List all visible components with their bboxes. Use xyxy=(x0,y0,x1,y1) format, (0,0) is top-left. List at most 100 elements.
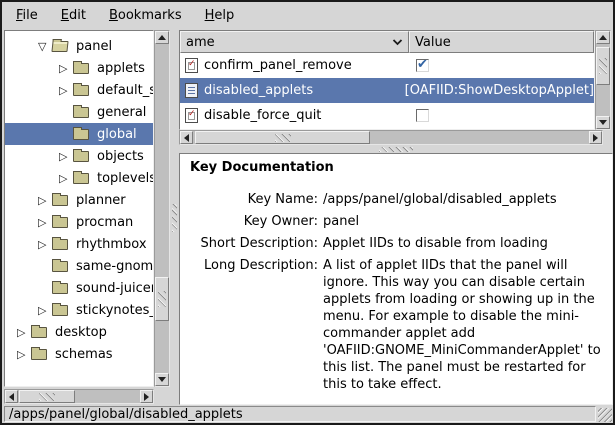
config-tree: ▽ panel ▷ applets ▷ default_se general g… xyxy=(4,30,154,387)
arrow-up-icon xyxy=(599,31,607,40)
arrow-left-icon xyxy=(5,393,14,401)
tree-item-schemas[interactable]: ▷ schemas xyxy=(5,343,153,365)
tree-item-applets[interactable]: ▷ applets xyxy=(5,57,153,79)
folder-icon xyxy=(73,85,89,96)
tree-item-desktop[interactable]: ▷ desktop xyxy=(5,321,153,343)
arrow-down-icon xyxy=(158,377,166,386)
folder-icon xyxy=(73,63,89,74)
key-name-label: disable_force_quit xyxy=(204,108,321,123)
doc-long-description-value: A list of applet IIDs that the panel wil… xyxy=(323,257,602,393)
scroll-right-button[interactable] xyxy=(589,131,602,144)
key-name-cell: ✓ confirm_panel_remove xyxy=(180,58,409,73)
tree-item-sound-juicer[interactable]: sound-juicer xyxy=(5,277,153,299)
key-name-label: disabled_applets xyxy=(204,83,313,98)
menu-help[interactable]: Help xyxy=(196,4,244,27)
keylist-row-disabled-applets[interactable]: disabled_applets [OAFIID:ShowDesktopAppl… xyxy=(180,78,594,103)
menu-bookmarks[interactable]: Bookmarks xyxy=(100,4,191,27)
doc-key-owner-value: panel xyxy=(323,213,602,230)
column-header-value[interactable]: Value xyxy=(409,31,594,53)
tree-item-procman[interactable]: ▷ procman xyxy=(5,211,153,233)
keylist-horizontal-scrollbar[interactable] xyxy=(179,130,603,145)
splitter-grip-icon xyxy=(379,147,413,152)
thumb-grip-icon xyxy=(599,58,607,74)
expander-collapsed-icon[interactable]: ▷ xyxy=(59,151,73,162)
doc-key-name-value: /apps/panel/global/disabled_applets xyxy=(323,191,602,208)
scroll-up-button[interactable] xyxy=(155,31,169,44)
scroll-left-button[interactable] xyxy=(5,390,18,403)
thumb-grip-icon xyxy=(275,134,291,142)
pane-splitter-vertical[interactable] xyxy=(170,30,179,405)
expander-collapsed-icon[interactable]: ▷ xyxy=(38,195,52,206)
tree-item-stickynotes[interactable]: ▷ stickynotes_ xyxy=(5,299,153,321)
scroll-left-button[interactable] xyxy=(180,131,193,144)
folder-icon xyxy=(52,283,68,294)
expander-collapsed-icon[interactable]: ▷ xyxy=(59,63,73,74)
tree-item-label: default_se xyxy=(94,82,154,99)
tree-item-general[interactable]: general xyxy=(5,101,153,123)
keylist-vertical-scrollbar[interactable] xyxy=(595,30,611,130)
tree-item-global[interactable]: global xyxy=(5,123,153,145)
folder-icon xyxy=(52,195,68,206)
key-value-cell: [OAFIID:ShowDesktopApplet] xyxy=(398,83,594,98)
key-list-header: ame Value xyxy=(180,31,594,53)
column-header-label: Value xyxy=(415,35,451,50)
thumb-grip-icon xyxy=(158,291,166,307)
scrollbar-thumb[interactable] xyxy=(19,390,75,403)
scroll-up-button[interactable] xyxy=(596,31,610,44)
folder-open-icon xyxy=(51,41,68,52)
tree-item-label: panel xyxy=(73,38,115,55)
statusbar-frame: /apps/panel/global/disabled_applets xyxy=(4,406,596,422)
scroll-down-button[interactable] xyxy=(596,116,610,129)
tree-item-objects[interactable]: ▷ objects xyxy=(5,145,153,167)
expander-collapsed-icon[interactable]: ▷ xyxy=(59,173,73,184)
tree-vertical-scrollbar[interactable] xyxy=(154,30,170,387)
menubar: File Edit Bookmarks Help xyxy=(2,2,613,28)
scroll-down-button[interactable] xyxy=(155,373,169,386)
expander-collapsed-icon[interactable]: ▷ xyxy=(38,217,52,228)
expander-collapsed-icon[interactable]: ▷ xyxy=(17,349,31,360)
tree-item-same-gnome[interactable]: same-gnome xyxy=(5,255,153,277)
folder-icon xyxy=(52,217,68,228)
tree-item-panel[interactable]: ▽ panel xyxy=(5,35,153,57)
checkbox-unchecked[interactable] xyxy=(416,109,429,122)
doc-field-label: Short Description: xyxy=(190,235,318,252)
checkbox-checked[interactable]: ✔ xyxy=(416,59,429,72)
scrollbar-thumb[interactable] xyxy=(155,277,169,321)
splitter-grip-icon xyxy=(172,204,177,232)
tree-item-label: same-gnome xyxy=(73,258,154,275)
tree-item-planner[interactable]: ▷ planner xyxy=(5,189,153,211)
tree-item-toplevels[interactable]: ▷ toplevels xyxy=(5,167,153,189)
scrollbar-thumb[interactable] xyxy=(596,47,610,85)
column-header-name[interactable]: ame xyxy=(180,31,409,53)
scrollbar-thumb[interactable] xyxy=(195,131,370,144)
expander-collapsed-icon[interactable]: ▷ xyxy=(38,305,52,316)
pane-splitter-horizontal[interactable] xyxy=(179,145,613,153)
tree-item-label: objects xyxy=(94,148,147,165)
tree-item-label: applets xyxy=(94,60,148,77)
folder-icon xyxy=(52,305,68,316)
tree-item-label: global xyxy=(94,126,140,143)
tree-item-rhythmbox[interactable]: ▷ rhythmbox xyxy=(5,233,153,255)
gconf-editor-window: File Edit Bookmarks Help ▽ panel ▷ apple… xyxy=(0,0,615,425)
folder-icon xyxy=(73,151,89,162)
keylist-row-confirm-panel-remove[interactable]: ✓ confirm_panel_remove ✔ xyxy=(180,53,594,78)
menu-edit[interactable]: Edit xyxy=(52,4,95,27)
scroll-right-button[interactable] xyxy=(140,390,153,403)
tree-item-label: toplevels xyxy=(94,170,154,187)
key-name-label: confirm_panel_remove xyxy=(204,58,352,73)
window-resize-grip-icon[interactable] xyxy=(598,408,612,422)
expander-collapsed-icon[interactable]: ▷ xyxy=(59,85,73,96)
menu-file[interactable]: File xyxy=(7,4,47,27)
folder-icon xyxy=(52,261,68,272)
expander-collapsed-icon[interactable]: ▷ xyxy=(38,239,52,250)
tree-item-default-setup[interactable]: ▷ default_se xyxy=(5,79,153,101)
checkmark-icon: ✔ xyxy=(417,57,428,72)
tree-horizontal-scrollbar[interactable] xyxy=(4,389,154,404)
statusbar: /apps/panel/global/disabled_applets xyxy=(2,405,613,423)
statusbar-text: /apps/panel/global/disabled_applets xyxy=(9,407,243,422)
folder-icon xyxy=(73,129,89,140)
expander-collapsed-icon[interactable]: ▷ xyxy=(17,327,31,338)
keylist-row-disable-force-quit[interactable]: ✓ disable_force_quit xyxy=(180,103,594,128)
expander-expanded-icon[interactable]: ▽ xyxy=(38,41,52,52)
boolean-key-icon: ✓ xyxy=(185,108,198,123)
